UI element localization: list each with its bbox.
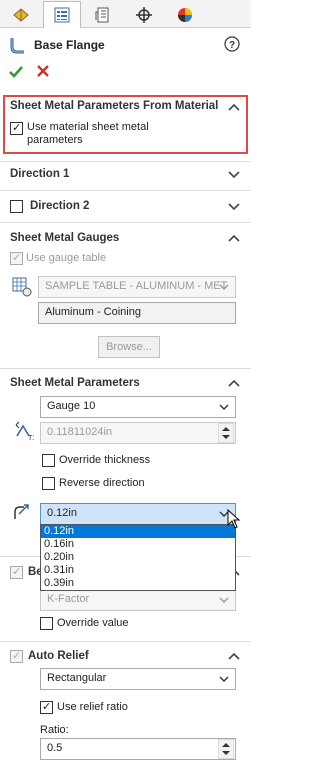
divider xyxy=(0,368,251,369)
override-thickness-label: Override thickness xyxy=(59,454,151,466)
browse-button[interactable]: Browse... xyxy=(98,336,160,358)
gauge-select-value: Gauge 10 xyxy=(47,400,96,412)
chevron-up-icon[interactable] xyxy=(227,232,241,246)
reverse-direction-checkbox[interactable] xyxy=(42,477,55,490)
dropdown-arrow-icon xyxy=(219,284,229,290)
reverse-direction-label: Reverse direction xyxy=(59,477,145,489)
direction2-title[interactable]: Direction 2 xyxy=(30,200,89,212)
gauge-table-value-text: Aluminum - Coining xyxy=(45,306,141,318)
appearance-ball-icon xyxy=(178,7,192,22)
divider xyxy=(0,161,251,162)
params-section-title[interactable]: Sheet Metal Parameters xyxy=(10,377,140,389)
configuration-icon xyxy=(95,7,109,22)
auto-relief-title[interactable]: Auto Relief xyxy=(28,650,89,662)
thickness-value: 0.11811024in xyxy=(47,426,113,438)
smp-section-title[interactable]: Sheet Metal Parameters From Material xyxy=(10,100,218,112)
tab-feature-manager[interactable] xyxy=(2,1,40,28)
direction1-title[interactable]: Direction 1 xyxy=(10,168,69,180)
base-flange-icon xyxy=(10,38,24,54)
thickness-icon: T1 xyxy=(15,421,34,441)
chevron-up-icon[interactable] xyxy=(227,377,241,391)
override-thickness-checkbox[interactable] xyxy=(42,454,55,467)
cancel-x-icon[interactable] xyxy=(36,64,50,78)
gauge-table-value: Aluminum - Coining xyxy=(38,302,236,324)
use-gauge-table-checkbox[interactable]: ✓ xyxy=(10,252,23,265)
gauge-table-icon xyxy=(12,277,32,297)
ratio-input[interactable]: 0.5 xyxy=(40,738,236,760)
panel-title: Base Flange xyxy=(34,38,105,52)
use-relief-ratio-label: Use relief ratio xyxy=(57,701,128,713)
use-material-params-label-line2: parameters xyxy=(27,134,83,146)
gauge-table-select[interactable]: SAMPLE TABLE - ALUMINUM - MET xyxy=(38,276,236,298)
auto-relief-checkbox[interactable]: ✓ xyxy=(10,650,23,663)
divider xyxy=(0,222,251,223)
crosshair-icon xyxy=(136,6,152,23)
spinner-icon[interactable] xyxy=(218,739,234,759)
bend-radius-select[interactable]: 0.12in xyxy=(40,503,236,525)
relief-type-select[interactable]: Rectangular xyxy=(40,668,236,690)
override-value-label: Override value xyxy=(57,617,129,629)
tab-dimxpert-manager[interactable] xyxy=(125,1,163,28)
svg-text:T1: T1 xyxy=(28,435,34,441)
divider xyxy=(0,190,251,191)
chevron-down-icon[interactable] xyxy=(227,167,241,181)
dropdown-arrow-icon xyxy=(219,676,229,682)
relief-type-value: Rectangular xyxy=(47,672,107,684)
mouse-cursor-icon xyxy=(227,509,241,529)
dropdown-option[interactable]: 0.39in xyxy=(41,577,235,590)
tab-display-manager[interactable] xyxy=(166,1,204,28)
svg-text:?: ? xyxy=(229,40,235,51)
use-material-params-label-line1: Use material sheet metal xyxy=(27,121,149,133)
dropdown-arrow-icon xyxy=(219,404,229,410)
thickness-input[interactable]: 0.11811024in xyxy=(40,422,236,444)
dropdown-option[interactable]: 0.16in xyxy=(41,538,235,551)
bend-allowance-checkbox[interactable]: ✓ xyxy=(10,566,23,579)
dropdown-option[interactable]: 0.31in xyxy=(41,564,235,577)
divider xyxy=(0,641,251,642)
feature-tree-icon xyxy=(13,7,29,22)
ratio-value: 0.5 xyxy=(47,742,63,754)
gauge-table-select-value: SAMPLE TABLE - ALUMINUM - MET xyxy=(45,280,228,292)
bend-radius-value: 0.12in xyxy=(47,507,77,519)
k-factor-select[interactable]: K-Factor xyxy=(40,589,236,611)
use-material-params-checkbox[interactable]: ✓ xyxy=(10,122,23,135)
chevron-down-icon[interactable] xyxy=(227,199,241,213)
property-manager-tabs xyxy=(0,0,251,28)
use-relief-ratio-checkbox[interactable]: ✓ xyxy=(40,701,53,714)
ok-checkmark-icon[interactable] xyxy=(8,64,24,80)
help-icon[interactable]: ? xyxy=(224,36,240,52)
override-value-checkbox[interactable] xyxy=(40,617,53,630)
tab-property-manager[interactable] xyxy=(43,1,81,28)
bend-radius-icon xyxy=(14,504,29,519)
chevron-up-icon[interactable] xyxy=(227,101,241,115)
use-gauge-table-label: Use gauge table xyxy=(26,252,107,264)
property-manager-icon xyxy=(54,7,70,23)
tab-configuration-manager[interactable] xyxy=(84,1,122,28)
bend-radius-dropdown-list: 0.12in 0.16in 0.20in 0.31in 0.39in xyxy=(40,524,236,591)
gauge-select[interactable]: Gauge 10 xyxy=(40,396,236,418)
chevron-up-icon[interactable] xyxy=(227,650,241,664)
dropdown-option[interactable]: 0.12in xyxy=(41,525,235,538)
k-factor-value: K-Factor xyxy=(47,593,90,605)
spinner-icon[interactable] xyxy=(218,423,234,443)
dropdown-option[interactable]: 0.20in xyxy=(41,551,235,564)
ratio-label: Ratio: xyxy=(40,724,69,736)
direction2-checkbox[interactable] xyxy=(10,200,23,213)
dropdown-arrow-icon xyxy=(219,597,229,603)
gauges-section-title[interactable]: Sheet Metal Gauges xyxy=(10,232,119,244)
